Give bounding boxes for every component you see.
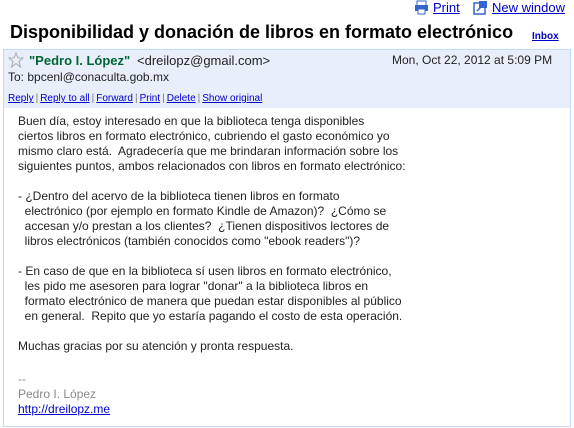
forward-link[interactable]: Forward [96,93,133,104]
subject-row: Disponibilidad y donación de libros en f… [10,22,566,46]
signature-separator: -- [18,372,26,386]
signature-name: Pedro I. López [18,387,97,401]
message-body: Buen día, estoy interesado en que la bib… [18,114,406,353]
reply-all-link[interactable]: Reply to all [40,93,89,104]
signature: -- Pedro I. López http://dreilopz.me [18,372,110,417]
recipient-line: To: bpcenl@conaculta.gob.mx [8,70,169,84]
message-actions: Reply | Reply to all | Forward | Print | Delete |… [8,93,263,104]
inbox-label[interactable]: Inbox [532,31,559,42]
message-header: "Pedro I. López" <dreilopz@gmail.com> Mo… [4,50,570,108]
printer-icon [415,0,428,15]
sender-name[interactable]: "Pedro I. López" [29,53,130,68]
reply-link[interactable]: Reply [8,93,34,104]
delete-link[interactable]: Delete [167,93,196,104]
print-link-label: Print [433,0,460,15]
signature-url[interactable]: http://dreilopz.me [18,402,110,417]
top-toolbar: Print New window [0,0,574,18]
message-card: "Pedro I. López" <dreilopz@gmail.com> Mo… [3,49,571,427]
show-original-link[interactable]: Show original [202,93,262,104]
email-subject: Disponibilidad y donación de libros en f… [10,22,514,42]
message-date: Mon, Oct 22, 2012 at 5:09 PM [392,53,553,67]
print-link[interactable]: Print [415,0,460,15]
print-message-link[interactable]: Print [140,93,161,104]
new-window-link[interactable]: New window [473,0,565,15]
sender-email: <dreilopz@gmail.com> [137,53,271,68]
new-window-link-label: New window [492,0,565,15]
star-icon[interactable] [8,52,24,68]
new-window-icon [473,1,487,15]
